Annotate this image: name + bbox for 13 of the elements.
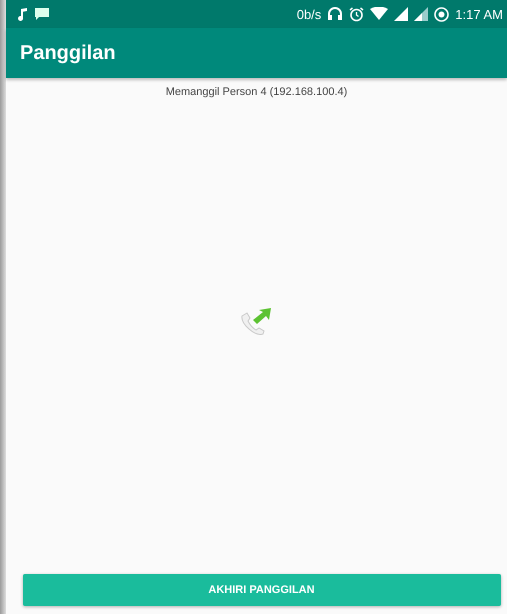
signal-icon (414, 7, 428, 21)
signal-icon (394, 7, 408, 21)
wifi-icon (370, 7, 388, 21)
music-note-icon (18, 7, 28, 21)
clock: 1:17 AM (455, 6, 503, 22)
network-speed: 0b/s (296, 6, 322, 22)
end-call-button[interactable]: AKHIRI PANGGILAN (22, 574, 500, 606)
calling-status: Memanggil Person 4 (192.168.100.4) (166, 86, 348, 98)
headphones-icon (327, 7, 344, 21)
message-icon (34, 7, 50, 21)
screen-title: Panggilan (20, 42, 116, 64)
battery-icon (434, 6, 450, 22)
alarm-clock-icon (349, 6, 364, 22)
